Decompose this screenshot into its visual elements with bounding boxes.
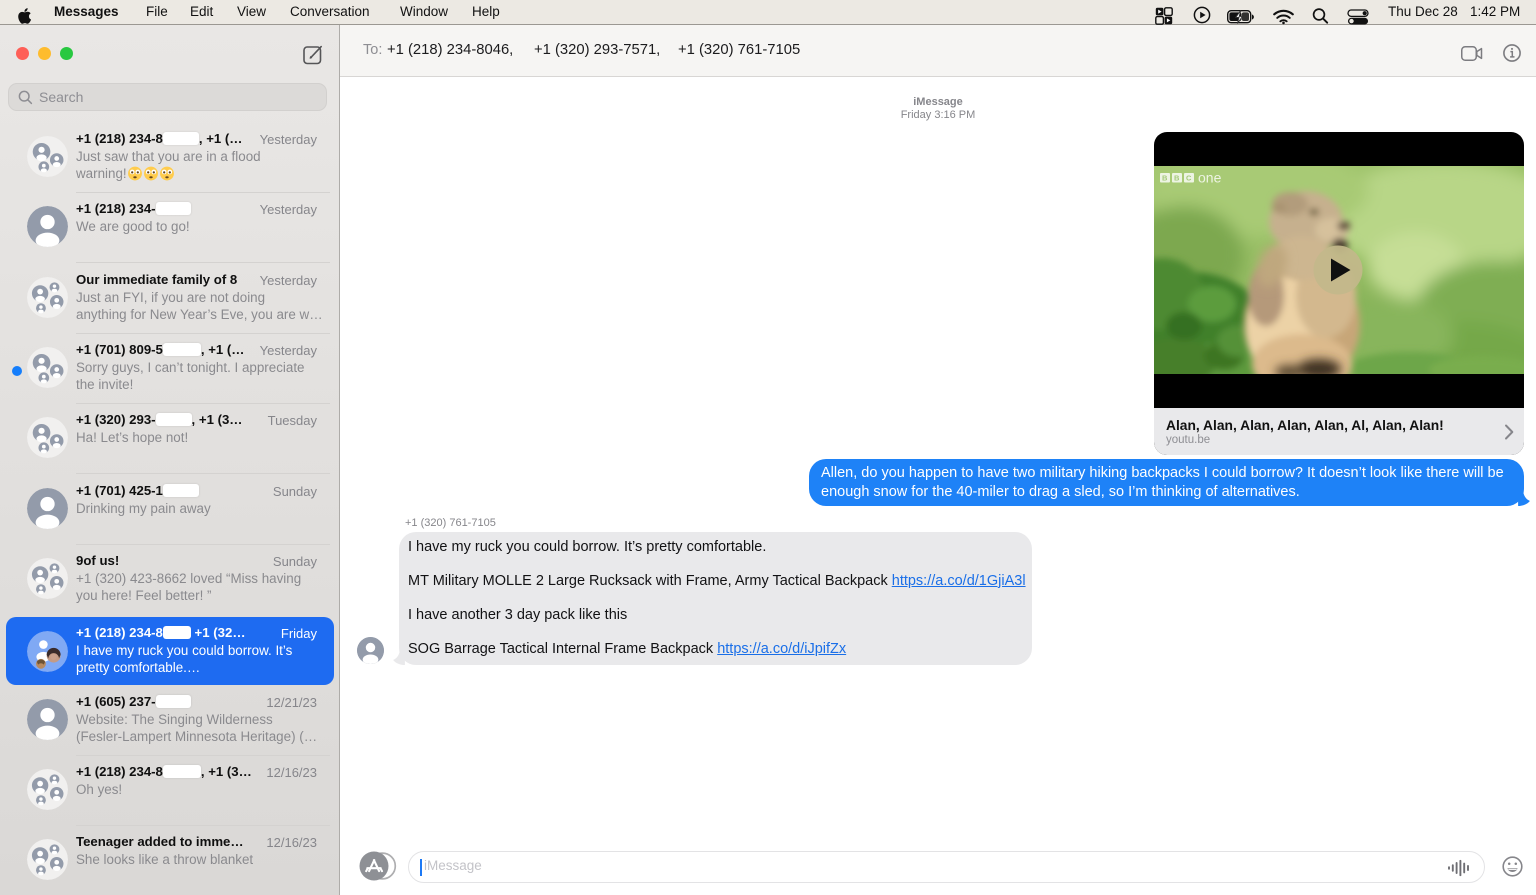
svg-text:B: B <box>1162 174 1168 183</box>
svg-text:B: B <box>1174 174 1180 183</box>
svg-text:one: one <box>1198 170 1222 186</box>
svg-text:C: C <box>1186 174 1192 183</box>
